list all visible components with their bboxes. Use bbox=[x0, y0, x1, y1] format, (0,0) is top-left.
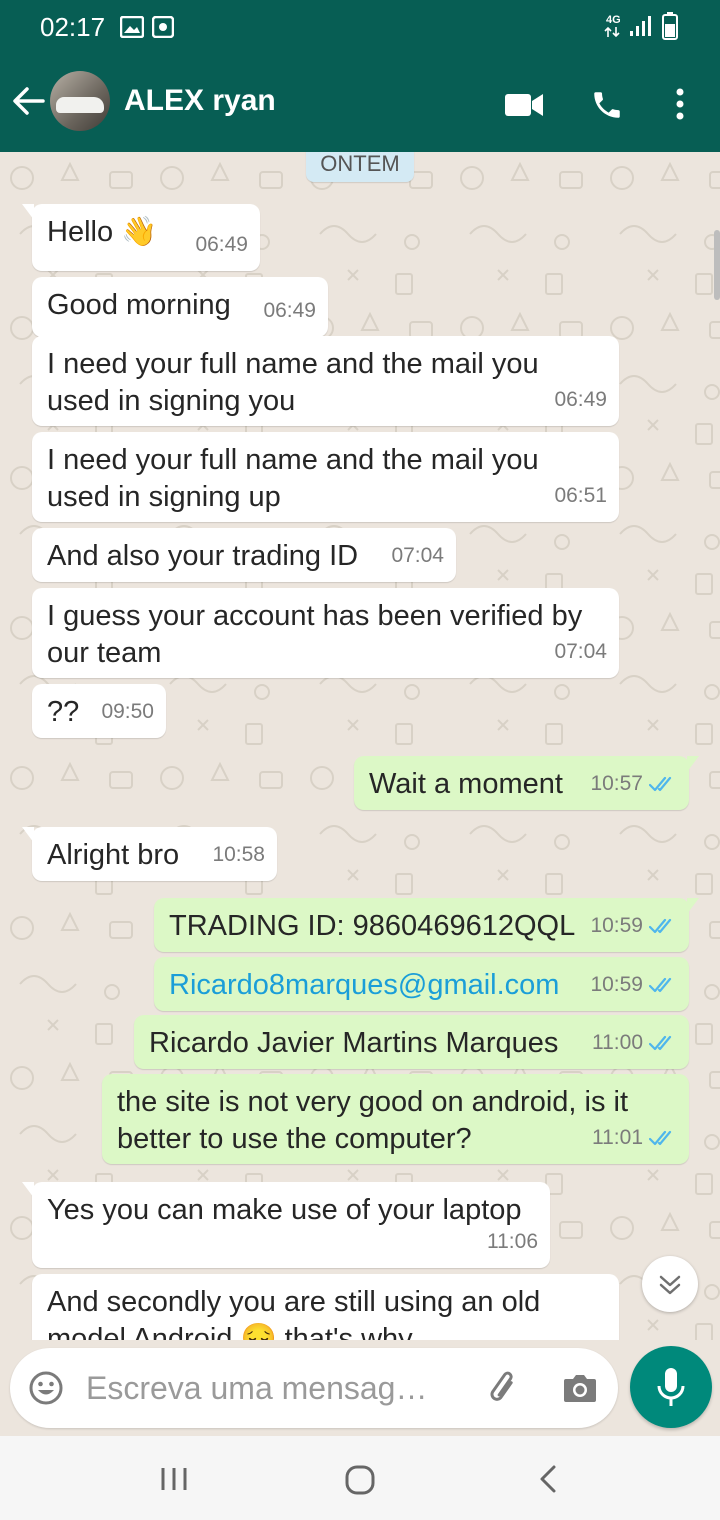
message-incoming[interactable]: Alright bro 10:58 bbox=[22, 827, 277, 881]
message-time: 06:49 bbox=[554, 388, 607, 411]
back-arrow-icon[interactable] bbox=[12, 86, 46, 116]
phone-icon[interactable] bbox=[590, 88, 624, 122]
message-text-line: model Android 😔 that's why bbox=[47, 1323, 413, 1340]
composer-bar: Escreva uma mensag… bbox=[0, 1340, 720, 1436]
read-ticks-icon bbox=[649, 1036, 672, 1051]
message-time: 10:59 bbox=[590, 973, 643, 996]
mic-icon bbox=[657, 1368, 685, 1406]
message-text-line: our team bbox=[47, 637, 162, 669]
message-time: 11:01 bbox=[592, 1126, 643, 1149]
message-time: 11:00 bbox=[592, 1031, 643, 1054]
contact-avatar[interactable] bbox=[50, 71, 110, 131]
message-time: 10:59 bbox=[590, 914, 643, 937]
message-time: 09:50 bbox=[101, 700, 154, 723]
message-time: 10:58 bbox=[212, 843, 265, 866]
message-incoming[interactable]: I guess your account has been verified b… bbox=[32, 588, 619, 678]
scroll-down-icon bbox=[659, 1275, 681, 1295]
status-bar: 02:17 4G bbox=[0, 0, 720, 54]
message-input-placeholder: Escreva uma mensag… bbox=[86, 1370, 428, 1406]
message-incoming[interactable]: Good morning 06:49 bbox=[32, 277, 328, 337]
message-text-line: I guess your account has been verified b… bbox=[47, 600, 583, 632]
message-text-line: the site is not very good on android, is… bbox=[117, 1086, 629, 1118]
message-incoming[interactable]: And secondly you are still using an old … bbox=[32, 1274, 619, 1340]
message-text-line: used in signing up bbox=[47, 481, 281, 513]
message-text: And also your trading ID bbox=[47, 540, 359, 572]
message-text: Yes you can make use of your laptop bbox=[47, 1194, 522, 1226]
system-nav-bar bbox=[0, 1436, 720, 1520]
message-outgoing[interactable]: the site is not very good on android, is… bbox=[102, 1074, 689, 1164]
scrollbar-thumb[interactable] bbox=[714, 230, 720, 300]
message-incoming[interactable]: I need your full name and the mail you u… bbox=[32, 336, 619, 426]
read-ticks-icon bbox=[649, 777, 672, 792]
message-time: 06:49 bbox=[263, 299, 316, 322]
message-incoming[interactable]: ?? 09:50 bbox=[32, 684, 166, 738]
message-text-line: I need your full name and the mail you bbox=[47, 348, 539, 380]
read-ticks-icon bbox=[649, 978, 672, 993]
battery-icon bbox=[662, 12, 678, 40]
chat-header: ALEX ryan bbox=[0, 54, 720, 152]
message-text-line: I need your full name and the mail you bbox=[47, 444, 539, 476]
message-outgoing[interactable]: Ricardo Javier Martins Marques 11:00 bbox=[134, 1015, 689, 1069]
scroll-to-bottom-button[interactable] bbox=[642, 1256, 698, 1312]
message-time: 07:04 bbox=[554, 640, 607, 663]
back-nav-icon[interactable] bbox=[538, 1464, 558, 1494]
message-incoming[interactable]: I need your full name and the mail you u… bbox=[32, 432, 619, 522]
message-incoming[interactable]: And also your trading ID 07:04 bbox=[32, 528, 456, 582]
gallery-notification-icon bbox=[120, 16, 144, 38]
message-outgoing[interactable]: Wait a moment 10:57 bbox=[354, 756, 699, 810]
message-time: 06:51 bbox=[554, 484, 607, 507]
message-incoming[interactable]: Hello 👋 06:49 bbox=[22, 204, 260, 271]
data-arrows-icon bbox=[604, 26, 620, 38]
message-input[interactable]: Escreva uma mensag… bbox=[10, 1348, 618, 1428]
message-outgoing[interactable]: TRADING ID: 9860469612QQL 10:59 bbox=[154, 898, 699, 952]
status-time: 02:17 bbox=[40, 12, 106, 42]
message-time: 11:06 bbox=[487, 1230, 538, 1253]
mic-button[interactable] bbox=[630, 1346, 712, 1428]
video-call-icon[interactable] bbox=[505, 92, 543, 118]
camera-notification-icon bbox=[152, 16, 174, 38]
message-list[interactable]: ONTEM Hello 👋 06:49 Good morning 06:49 I… bbox=[0, 152, 720, 1340]
attach-icon[interactable] bbox=[484, 1368, 524, 1408]
more-vert-icon[interactable] bbox=[674, 88, 686, 120]
signal-icon bbox=[630, 16, 651, 36]
network-type: 4G bbox=[606, 14, 621, 26]
read-ticks-icon bbox=[649, 919, 672, 934]
message-text-line: And secondly you are still using an old bbox=[47, 1286, 541, 1318]
emoji-icon[interactable] bbox=[28, 1370, 64, 1406]
message-outgoing[interactable]: Ricardo8marques@gmail.com 10:59 bbox=[154, 957, 689, 1011]
camera-icon[interactable] bbox=[562, 1372, 598, 1404]
read-ticks-icon bbox=[649, 1131, 672, 1146]
message-text-line: used in signing you bbox=[47, 385, 296, 417]
message-time: 06:49 bbox=[195, 233, 248, 256]
home-icon[interactable] bbox=[344, 1464, 376, 1496]
message-time: 10:57 bbox=[590, 772, 643, 795]
contact-name[interactable]: ALEX ryan bbox=[124, 84, 276, 118]
message-incoming[interactable]: Yes you can make use of your laptop 11:0… bbox=[22, 1182, 550, 1268]
date-divider: ONTEM bbox=[306, 152, 414, 182]
message-time: 07:04 bbox=[391, 544, 444, 567]
recents-icon[interactable] bbox=[160, 1466, 188, 1492]
